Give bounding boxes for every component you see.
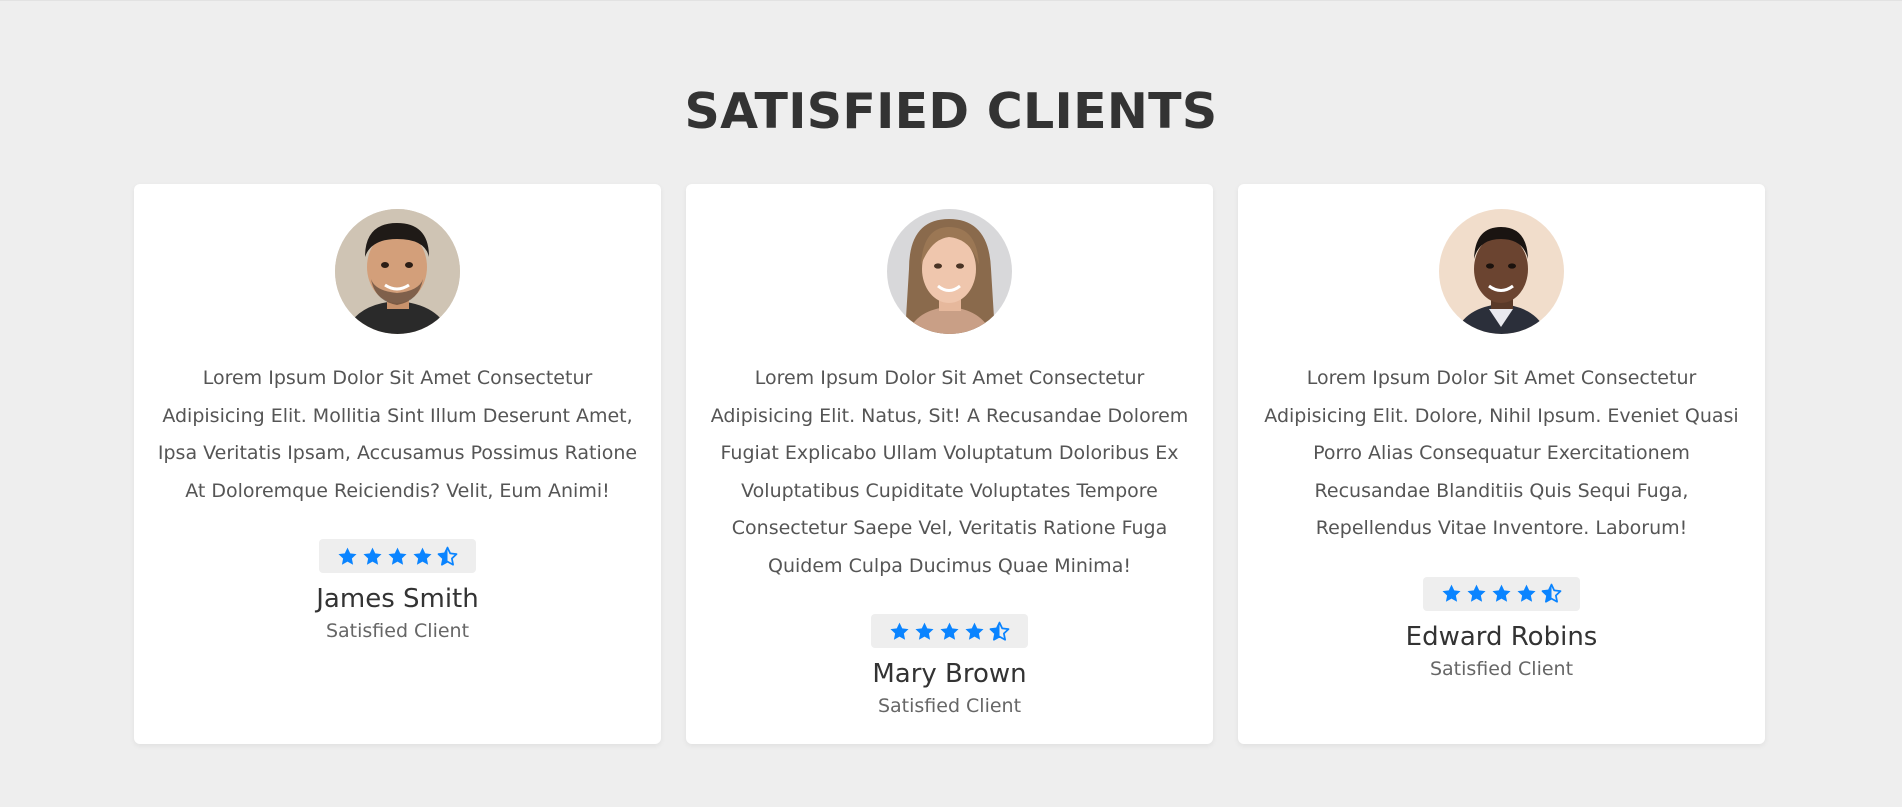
avatar [887, 209, 1012, 334]
star-icon [1492, 584, 1511, 602]
avatar [1439, 209, 1564, 334]
star-icon [1467, 584, 1486, 602]
avatar-man-photo [1439, 209, 1564, 334]
star-rating [1423, 576, 1580, 611]
star-icon [940, 622, 959, 640]
star-icon [965, 622, 984, 640]
star-icon [363, 547, 382, 565]
star-rating [871, 614, 1028, 648]
testimonial-quote: Lorem Ipsum Dolor Sit Amet Consectetur A… [1264, 367, 1739, 539]
testimonial-quote: Lorem Ipsum Dolor Sit Amet Consectetur A… [157, 367, 638, 502]
testimonial-quote: Lorem Ipsum Dolor Sit Amet Consectetur A… [710, 367, 1189, 577]
star-half-icon [989, 621, 1010, 641]
client-role: Satisfied Client [325, 620, 470, 642]
client-name: James Smith [316, 584, 479, 614]
avatar-man-photo [335, 209, 460, 334]
avatar-woman-photo [887, 209, 1012, 334]
star-half-icon [437, 546, 458, 566]
star-icon [338, 547, 357, 565]
star-icon [388, 547, 407, 565]
star-icon [890, 622, 909, 640]
testimonial-cards: Lorem Ipsum Dolor Sit Amet Consectetur A… [134, 184, 1765, 744]
section-title: SATISFIED CLIENTS [684, 83, 1218, 140]
star-icon [413, 547, 432, 565]
avatar [335, 209, 460, 334]
client-role: Satisfied Client [877, 695, 1022, 717]
testimonial-card: Lorem Ipsum Dolor Sit Amet Consectetur A… [686, 184, 1213, 744]
star-icon [1517, 584, 1536, 602]
star-rating [319, 539, 476, 573]
star-half-icon [1541, 583, 1562, 603]
testimonials-page: SATISFIED CLIENTS Lorem Ipsum Dolor Sit … [0, 0, 1902, 807]
client-role: Satisfied Client [1429, 657, 1574, 680]
client-name: Mary Brown [872, 659, 1027, 689]
client-name: Edward Robins [1405, 621, 1598, 652]
star-icon [915, 622, 934, 640]
star-icon [1442, 584, 1461, 602]
testimonial-card: Lorem Ipsum Dolor Sit Amet Consectetur A… [134, 184, 661, 744]
testimonial-card: Lorem Ipsum Dolor Sit Amet Consectetur A… [1238, 184, 1765, 744]
